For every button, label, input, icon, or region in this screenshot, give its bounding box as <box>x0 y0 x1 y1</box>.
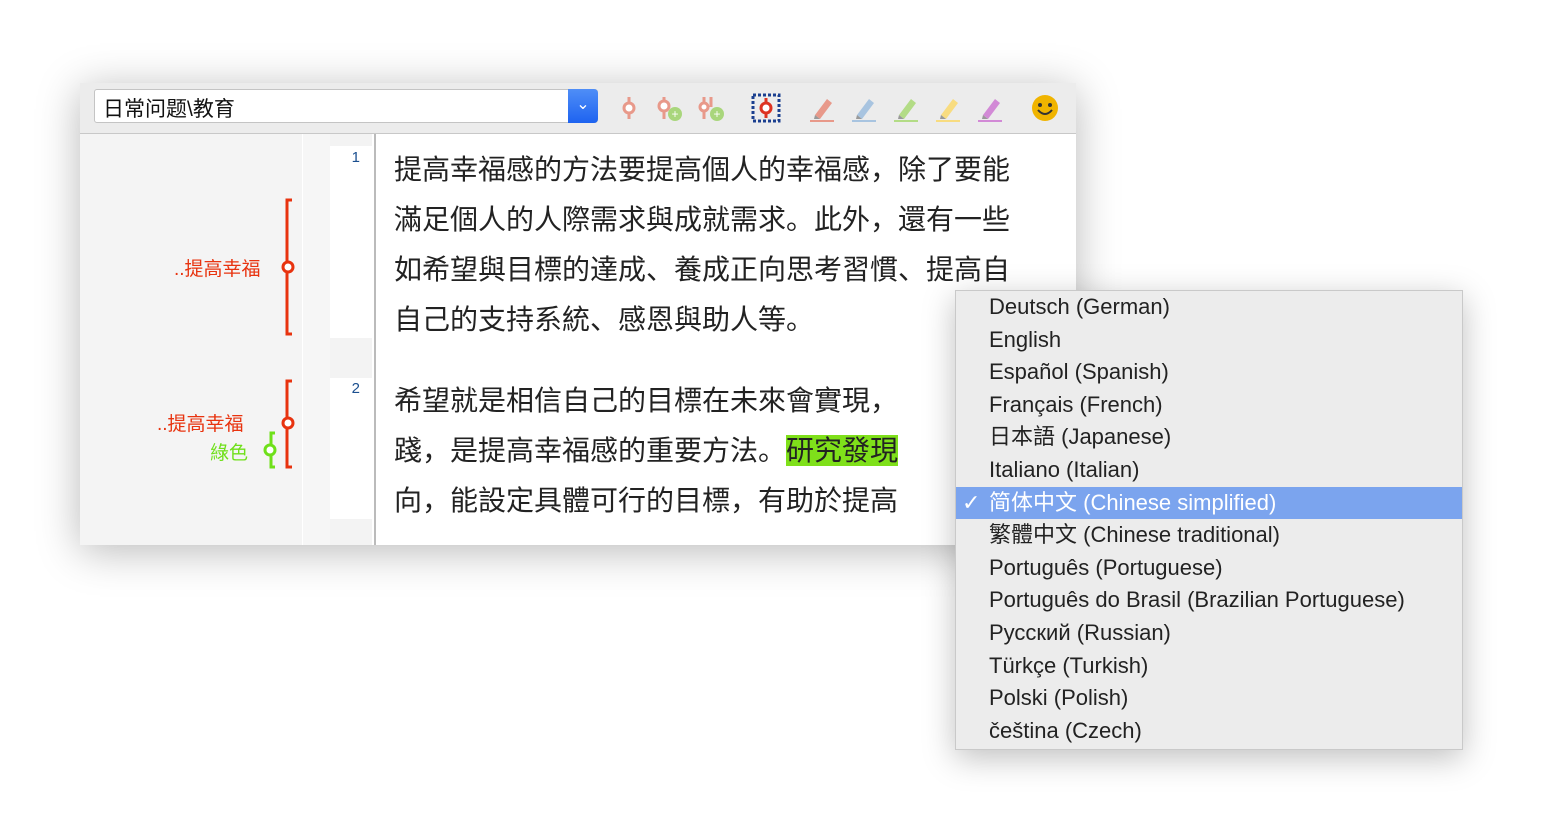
menu-item-label: Deutsch (German) <box>989 294 1170 319</box>
svg-text:+: + <box>713 107 720 121</box>
menu-item-label: 繁體中文 (Chinese traditional) <box>989 522 1280 548</box>
highlighted-text: 研究發現 <box>786 435 899 466</box>
toolbar: 日常问题\教育 ⌄ + + <box>80 83 1076 134</box>
menu-item-language[interactable]: Español (Spanish) <box>956 356 1462 389</box>
menu-item-language[interactable]: 繁體中文 (Chinese traditional) <box>956 519 1462 552</box>
menu-item-label: čeština (Czech) <box>989 717 1142 743</box>
highlight-yellow-icon[interactable] <box>933 93 963 123</box>
document-combo[interactable]: 日常问题\教育 ⌄ <box>94 89 598 123</box>
code-stripe-panel: ..提高幸福 ..提高幸福 綠色 <box>80 134 302 545</box>
menu-item-language[interactable]: Français (French) <box>956 389 1462 422</box>
checkmark-icon: ✓ <box>962 489 981 515</box>
menu-item-language[interactable]: Deutsch (German) <box>956 291 1462 324</box>
code-label[interactable]: ..提高幸福 <box>174 254 261 281</box>
menu-item-label: 简体中文 (Chinese simplified) <box>989 489 1277 515</box>
menu-item-language[interactable]: 日本語 (Japanese) <box>956 421 1462 454</box>
select-code-icon[interactable] <box>751 93 781 123</box>
menu-item-label: English <box>989 326 1062 352</box>
menu-item-language[interactable]: English <box>956 324 1462 357</box>
stripe-separator <box>302 134 331 545</box>
menu-item-label: Português do Brasil (Brazilian Portugues… <box>989 587 1405 613</box>
menu-item-label: Polski (Polish) <box>989 685 1129 711</box>
code-label[interactable]: 綠色 <box>210 438 248 465</box>
highlight-magenta-icon[interactable] <box>975 93 1005 123</box>
code-bracket-green[interactable] <box>262 431 282 471</box>
text-line: 滿足個人的人際需求與成就需求。此外，還有一些 <box>394 204 1011 235</box>
menu-item-label: Türkçe (Turkish) <box>989 652 1149 678</box>
paragraph-number: 2 <box>351 380 360 397</box>
add-code-icon[interactable]: + <box>654 93 684 123</box>
menu-item-language[interactable]: Português do Brasil (Brazilian Portugues… <box>956 584 1462 617</box>
text-line: 如希望與目標的達成、養成正向思考習慣、提高自 <box>394 254 1011 285</box>
text-line: 提高幸福感的方法要提高個人的幸福感，除了要能 <box>394 154 1011 185</box>
svg-text:+: + <box>671 107 678 121</box>
menu-item-label: Русский (Russian) <box>989 619 1171 645</box>
language-menu: Deutsch (German) English Español (Spanish)… <box>955 290 1463 750</box>
document-browser-window: 日常问题\教育 ⌄ + + ..提高幸福 ..提高幸福 綠色 1 2 提高幸福感… <box>80 83 1076 545</box>
paragraph-number: 1 <box>351 149 360 166</box>
highlight-green-icon[interactable] <box>891 93 921 123</box>
menu-item-language[interactable]: Italiano (Italian) <box>956 454 1462 487</box>
menu-item-label: Português (Portuguese) <box>989 554 1223 580</box>
code-label[interactable]: ..提高幸福 <box>157 409 244 436</box>
emoticon-icon[interactable] <box>1030 93 1060 123</box>
code-icon[interactable] <box>614 93 644 123</box>
menu-item-label: Italiano (Italian) <box>989 456 1140 482</box>
menu-item-language[interactable]: čeština (Czech) <box>956 715 1462 748</box>
menu-item-language[interactable]: Polski (Polish) <box>956 682 1462 715</box>
menu-item-language[interactable]: ✓ 简体中文 (Chinese simplified) <box>956 486 1462 520</box>
highlight-red-icon[interactable] <box>807 93 837 123</box>
add-subcode-icon[interactable]: + <box>696 93 726 123</box>
menu-item-language[interactable]: Русский (Russian) <box>956 617 1462 650</box>
highlight-blue-icon[interactable] <box>849 93 879 123</box>
menu-item-label: 日本語 (Japanese) <box>989 424 1172 450</box>
menu-item-label: Español (Spanish) <box>989 359 1169 385</box>
code-bracket-red[interactable] <box>280 379 300 471</box>
code-bracket-red[interactable] <box>280 198 300 338</box>
combo-value: 日常问题\教育 <box>103 98 235 121</box>
chevron-down-icon[interactable]: ⌄ <box>568 89 598 123</box>
menu-item-language[interactable]: Português (Portuguese) <box>956 552 1462 585</box>
menu-item-label: Français (French) <box>989 391 1163 417</box>
menu-item-language[interactable]: Türkçe (Turkish) <box>956 650 1462 683</box>
paragraph-numbers: 1 2 <box>330 134 376 545</box>
text-segment: 踐，是提高幸福感的重要方法。 <box>394 435 787 466</box>
